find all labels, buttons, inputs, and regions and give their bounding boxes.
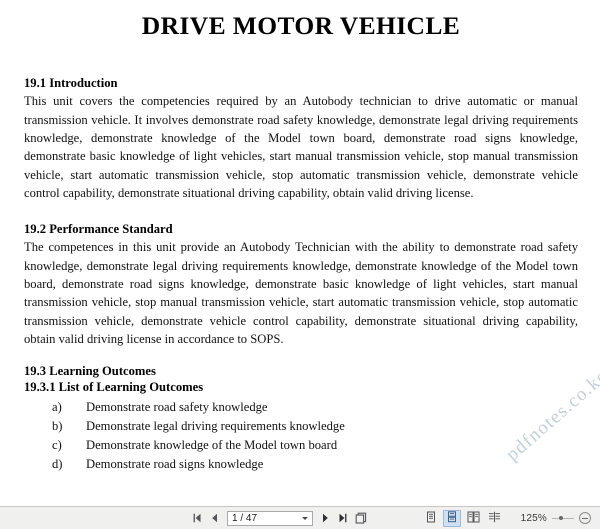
minus-icon — [582, 517, 588, 519]
first-page-icon — [191, 513, 202, 523]
last-page-button[interactable] — [335, 509, 352, 527]
document-title: DRIVE MOTOR VEHICLE — [141, 11, 461, 40]
zoom-slider-track — [552, 517, 574, 519]
previous-page-icon — [210, 513, 219, 523]
page-navigation-group: 1 / 47 — [188, 509, 370, 527]
chevron-down-icon[interactable] — [302, 516, 308, 520]
next-page-button[interactable] — [317, 509, 334, 527]
previous-page-button[interactable] — [206, 509, 223, 527]
section-spacer-1 — [24, 202, 578, 221]
next-page-icon — [321, 513, 330, 523]
page-indicator-text: 1 / 47 — [232, 512, 258, 524]
single-page-icon — [425, 511, 437, 526]
view-book-button[interactable] — [485, 510, 503, 527]
pdf-page-canvas: DRIVE MOTOR VEHICLE 19.1 Introduction Th… — [0, 0, 600, 506]
view-continuous-button[interactable] — [443, 509, 461, 527]
list-item-label: Demonstrate road signs knowledge — [86, 456, 264, 471]
facing-pages-icon — [467, 511, 480, 526]
zoom-out-button[interactable] — [579, 512, 591, 524]
page-number-combobox[interactable]: 1 / 47 — [227, 510, 313, 526]
list-item: d) Demonstrate road signs knowledge — [24, 455, 578, 474]
list-item: a) Demonstrate road safety knowledge — [24, 398, 578, 417]
list-item: b) Demonstrate legal driving requirements… — [24, 417, 578, 436]
list-item-marker: b) — [52, 418, 63, 433]
zoom-level-label: 125% — [520, 512, 547, 524]
pdf-viewer-toolbar: 1 / 47 125% — [0, 506, 600, 529]
list-item-marker: a) — [52, 399, 62, 414]
list-item: c) Demonstrate knowledge of the Model tow… — [24, 436, 578, 455]
book-view-icon — [488, 511, 501, 526]
title-spacer — [24, 40, 578, 75]
list-item-marker: d) — [52, 456, 63, 471]
list-item-label: Demonstrate road safety knowledge — [86, 399, 268, 414]
list-item-label: Demonstrate legal driving requirements k… — [86, 418, 345, 433]
section-body-introduction: This unit covers the competencies requir… — [24, 94, 578, 200]
view-mode-group — [422, 509, 503, 527]
section-heading-learning-outcomes: 19.3 Learning Outcomes — [24, 364, 156, 379]
continuous-pages-icon — [446, 510, 458, 526]
zoom-control-group: 125% — [517, 512, 591, 524]
copy-pages-icon — [355, 512, 368, 524]
view-facing-pages-button[interactable] — [464, 510, 482, 527]
list-item-label: Demonstrate knowledge of the Model town … — [86, 437, 338, 452]
section-heading-introduction: 19.1 Introduction — [24, 76, 118, 91]
page-thumbnail-button[interactable] — [353, 509, 370, 527]
first-page-button[interactable] — [188, 509, 205, 527]
view-single-page-button[interactable] — [422, 510, 440, 527]
learning-outcomes-list: a) Demonstrate road safety knowledge b) Dem… — [24, 398, 578, 475]
zoom-slider[interactable] — [552, 512, 574, 524]
section-subheading-list-of-learning-outcomes: 19.3.1 List of Learning Outcomes — [24, 380, 204, 395]
section-body-performance-standard: The competences in this unit provide an … — [24, 240, 578, 346]
section-spacer-2 — [24, 348, 578, 363]
section-heading-performance-standard: 19.2 Performance Standard — [24, 222, 173, 237]
last-page-icon — [338, 513, 349, 523]
list-item-marker: c) — [52, 437, 62, 452]
zoom-slider-knob[interactable] — [559, 516, 563, 520]
